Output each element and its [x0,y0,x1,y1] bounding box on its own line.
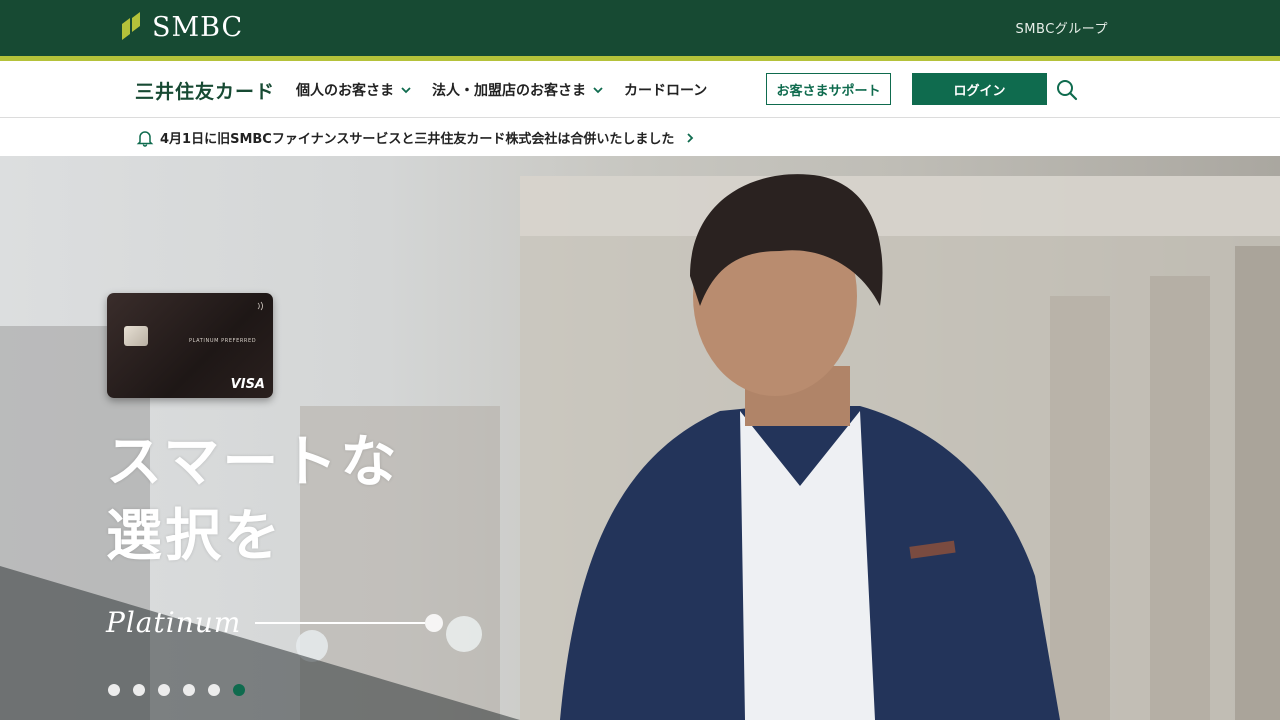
smbc-logo[interactable]: SMBC [120,10,243,44]
headline-line-1: スマートな [106,430,400,495]
carousel-dot-4[interactable] [183,684,195,696]
contactless-icon [257,301,263,311]
carousel-dot-6[interactable] [233,684,245,696]
carousel-dot-3[interactable] [158,684,170,696]
notice-banner: 4月1日に旧SMBCファイナンスサービスと三井住友カード株式会社は合併いたしまし… [0,118,1280,156]
carousel-dot-2[interactable] [133,684,145,696]
smbc-leaf-icon [122,12,140,40]
script-text: Platinum [106,606,242,639]
bell-icon [136,130,154,147]
chevron-down-icon [401,87,411,94]
card-chip [124,326,148,346]
script-rule [255,621,426,624]
nav-item-personal[interactable]: 個人のお客さま [296,80,412,100]
nav-item-label: カードローン [624,83,708,99]
carousel-dot-5[interactable] [208,684,220,696]
script-dot [425,613,444,632]
login-button[interactable]: ログイン [912,73,1047,105]
visa-logo: VISA [230,377,265,392]
carousel-dot-1[interactable] [108,684,120,696]
platinum-script: Platinum [106,606,444,639]
headline-line-2: 選択を [106,504,283,569]
carousel-dots [108,684,245,696]
top-bar: SMBC SMBCグループ [0,0,1280,56]
chevron-right-icon [687,132,694,143]
main-nav: 三井住友カード 個人のお客さま 法人・加盟店のお客さま カードローン お客さまサ… [0,61,1280,118]
notice-link[interactable]: 4月1日に旧SMBCファイナンスサービスと三井住友カード株式会社は合併いたしまし… [136,128,696,147]
nav-item-card-loan[interactable]: カードローン [624,80,707,100]
nav-item-business[interactable]: 法人・加盟店のお客さま [432,80,604,100]
smbc-logo-text: SMBC [152,11,244,43]
card-label: PLATINUM PREFERRED [189,338,257,344]
chevron-down-icon [593,87,603,94]
customer-support-button[interactable]: お客さまサポート [766,73,891,105]
nav-item-label: 法人・加盟店のお客さま [432,83,586,99]
hero-headline: スマートな 選択を [106,426,399,574]
nav-menu: 個人のお客さま 法人・加盟店のお客さま カードローン [296,80,707,100]
smcc-logo[interactable]: 三井住友カード [135,77,275,104]
smbc-group-link[interactable]: SMBCグループ [1016,18,1108,37]
hero-carousel[interactable]: PLATINUM PREFERRED VISA スマートな 選択を Platin… [0,156,1280,720]
search-icon[interactable] [1055,78,1079,102]
notice-text: 4月1日に旧SMBCファイナンスサービスと三井住友カード株式会社は合併いたしまし… [160,132,675,147]
platinum-credit-card: PLATINUM PREFERRED VISA [107,293,273,398]
nav-item-label: 個人のお客さま [296,83,394,99]
